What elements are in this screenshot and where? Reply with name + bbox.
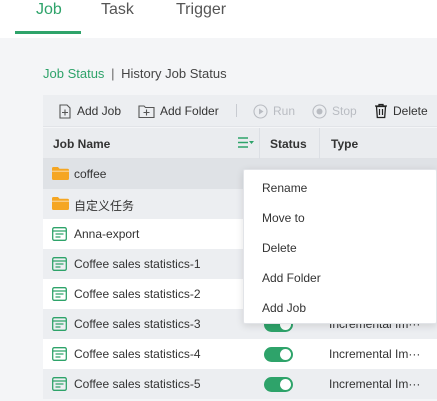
context-menu: Rename Move to Delete Add Folder Add Job [243, 169, 437, 324]
job-name: Coffee sales statistics-2 [74, 287, 201, 301]
add-job-icon [59, 103, 71, 119]
job-status-link[interactable]: Job Status [43, 66, 104, 81]
tab-trigger[interactable]: Trigger [176, 1, 226, 19]
add-folder-button[interactable]: Add Folder [138, 102, 219, 120]
menu-item-move-to[interactable]: Move to [262, 211, 305, 225]
add-folder-label: Add Folder [160, 104, 219, 118]
table-header: Job Name Status Type [43, 128, 437, 159]
toolbar-divider [236, 104, 237, 117]
column-header-job-name[interactable]: Job Name [53, 137, 110, 151]
job-type: Incremental Im··· [329, 347, 421, 361]
history-job-status-link[interactable]: History Job Status [121, 66, 227, 81]
job-icon [52, 257, 67, 271]
job-name: Coffee sales statistics-5 [74, 377, 201, 391]
menu-item-add-folder[interactable]: Add Folder [262, 271, 321, 285]
top-tab-bar: Job Task Trigger [0, 0, 437, 38]
job-name: Anna-export [74, 227, 140, 241]
column-header-status[interactable]: Status [270, 137, 307, 151]
tab-task[interactable]: Task [101, 1, 134, 19]
active-tab-indicator [15, 31, 81, 34]
job-icon [52, 377, 67, 391]
delete-button[interactable]: Delete [374, 102, 428, 120]
job-name: Coffee sales statistics-4 [74, 347, 201, 361]
tab-job[interactable]: Job [36, 1, 62, 19]
job-toolbar: Add Job Add Folder Run Stop Delete [43, 95, 437, 127]
add-job-button[interactable]: Add Job [58, 102, 121, 120]
job-icon [52, 227, 67, 241]
menu-item-add-job[interactable]: Add Job [262, 301, 306, 315]
subnav-separator: | [111, 66, 115, 81]
table-row[interactable]: Coffee sales statistics-5 Incremental Im… [43, 369, 437, 399]
status-toggle[interactable] [264, 377, 293, 392]
job-name: Coffee sales statistics-1 [74, 257, 201, 271]
run-label: Run [273, 104, 296, 118]
run-button[interactable]: Run [253, 102, 295, 120]
delete-label: Delete [393, 104, 428, 118]
column-divider[interactable] [259, 128, 260, 159]
add-folder-icon [138, 105, 155, 118]
job-name: 自定义任务 [74, 199, 135, 213]
column-divider[interactable] [319, 128, 320, 159]
table-row[interactable]: Coffee sales statistics-4 Incremental Im… [43, 339, 437, 369]
job-icon [52, 287, 67, 301]
menu-item-rename[interactable]: Rename [262, 181, 307, 195]
status-subnav: Job Status | History Job Status [43, 66, 227, 81]
job-type: Incremental Im··· [329, 377, 421, 391]
filter-icon[interactable] [238, 137, 254, 149]
stop-button[interactable]: Stop [312, 102, 357, 120]
play-icon [253, 103, 268, 119]
job-icon [52, 317, 67, 331]
add-job-label: Add Job [77, 104, 122, 118]
job-name: coffee [74, 167, 107, 181]
folder-icon [52, 197, 69, 210]
folder-icon [52, 167, 69, 180]
status-toggle[interactable] [264, 347, 293, 362]
menu-item-delete[interactable]: Delete [262, 241, 297, 255]
job-icon [52, 347, 67, 361]
stop-icon [312, 103, 327, 119]
column-header-type[interactable]: Type [331, 137, 358, 151]
job-name: Coffee sales statistics-3 [74, 317, 201, 331]
stop-label: Stop [332, 104, 357, 118]
trash-icon [375, 103, 387, 119]
